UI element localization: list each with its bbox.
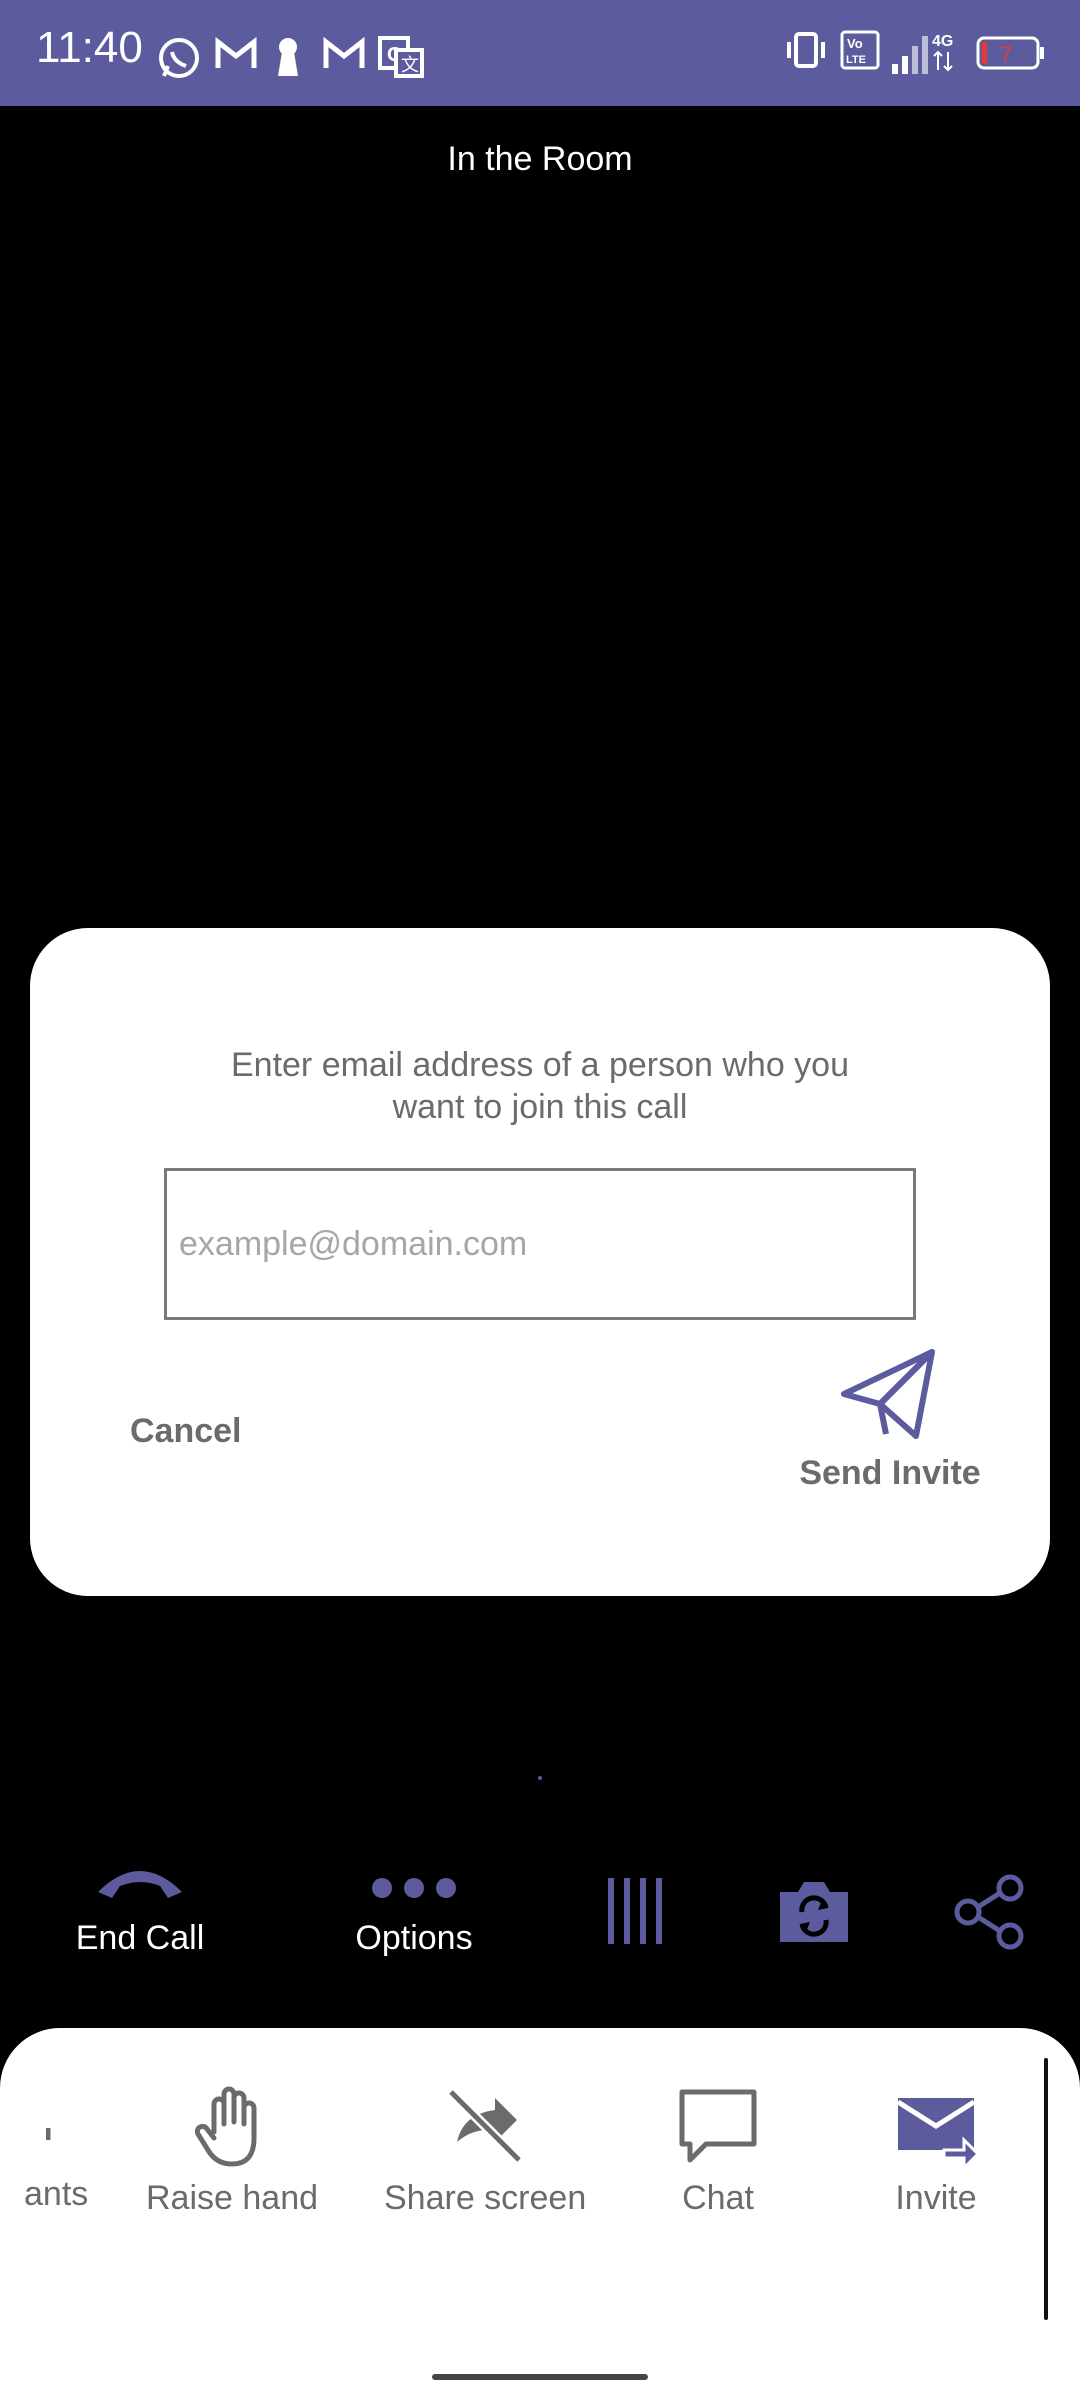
paper-plane-icon (840, 1348, 936, 1443)
whatsapp-icon (156, 36, 202, 87)
hand-icon (192, 2086, 272, 2172)
chat-button[interactable]: Chat (676, 2084, 760, 2218)
send-invite-button[interactable]: Send Invite (760, 1348, 1020, 1518)
share-screen-button[interactable]: Share screen (384, 2084, 586, 2218)
chat-bubble-icon (676, 2089, 760, 2172)
participants-button[interactable]: ants (24, 2084, 88, 2214)
share-screen-off-icon (443, 2088, 527, 2172)
battery-icon: 7 (976, 30, 1046, 81)
participants-icon (45, 2128, 66, 2168)
share-button[interactable] (952, 1874, 1028, 1955)
share-icon (952, 1874, 1028, 1954)
home-indicator[interactable] (432, 2374, 648, 2380)
invite-dialog: Enter email address of a person who you … (30, 928, 1050, 1596)
invite-button[interactable]: Invite (894, 2084, 981, 2218)
battery-level: 7 (1000, 42, 1012, 67)
switch-camera-button[interactable] (774, 1876, 854, 1951)
keyhole-icon (272, 36, 304, 81)
cancel-button[interactable]: Cancel (130, 1396, 310, 1466)
signal-icon: 4G (890, 30, 970, 81)
svg-text:LTE: LTE (846, 54, 866, 66)
call-screen: 11:40 G文 Vo LTE 4G 7 In the Room (0, 0, 1080, 2400)
indicator-dot (538, 1776, 542, 1780)
email-input[interactable] (164, 1168, 916, 1320)
scrollbar[interactable] (1044, 2058, 1048, 2320)
share-screen-label: Share screen (384, 2179, 587, 2217)
options-button[interactable]: Options (334, 1860, 494, 1958)
phone-hangup-icon (92, 1871, 188, 1908)
more-dots-icon (366, 1878, 462, 1908)
invite-mail-icon (894, 2098, 981, 2172)
options-label: Options (355, 1919, 473, 1957)
participants-label: ants (24, 2175, 89, 2213)
switch-camera-icon (774, 1882, 854, 1950)
layout-button[interactable] (606, 1876, 666, 1951)
invite-label: Invite (895, 2179, 977, 2217)
svg-text:Vo: Vo (847, 36, 863, 51)
layout-columns-icon (606, 1878, 666, 1950)
end-call-label: End Call (75, 1919, 205, 1957)
network-label: 4G (932, 33, 953, 50)
end-call-button[interactable]: End Call (60, 1860, 220, 1958)
dialog-message: Enter email address of a person who you … (230, 1046, 849, 1126)
send-invite-label: Send Invite (799, 1454, 981, 1492)
gmail-icon (322, 36, 366, 77)
vibrate-icon (784, 30, 828, 75)
status-bar: 11:40 G文 Vo LTE 4G 7 (0, 0, 1080, 106)
bottom-sheet: ants Raise hand Share screen Chat Invite (0, 2028, 1080, 2400)
raise-hand-button[interactable]: Raise hand (146, 2084, 318, 2218)
svg-text:文: 文 (401, 55, 419, 75)
raise-hand-label: Raise hand (146, 2179, 319, 2217)
chat-label: Chat (682, 2179, 754, 2217)
gmail-icon (214, 36, 258, 77)
room-title: In the Room (447, 140, 633, 178)
status-time: 11:40 (36, 23, 143, 72)
volte-icon: Vo LTE (840, 30, 880, 75)
translate-icon: G文 (378, 36, 424, 83)
